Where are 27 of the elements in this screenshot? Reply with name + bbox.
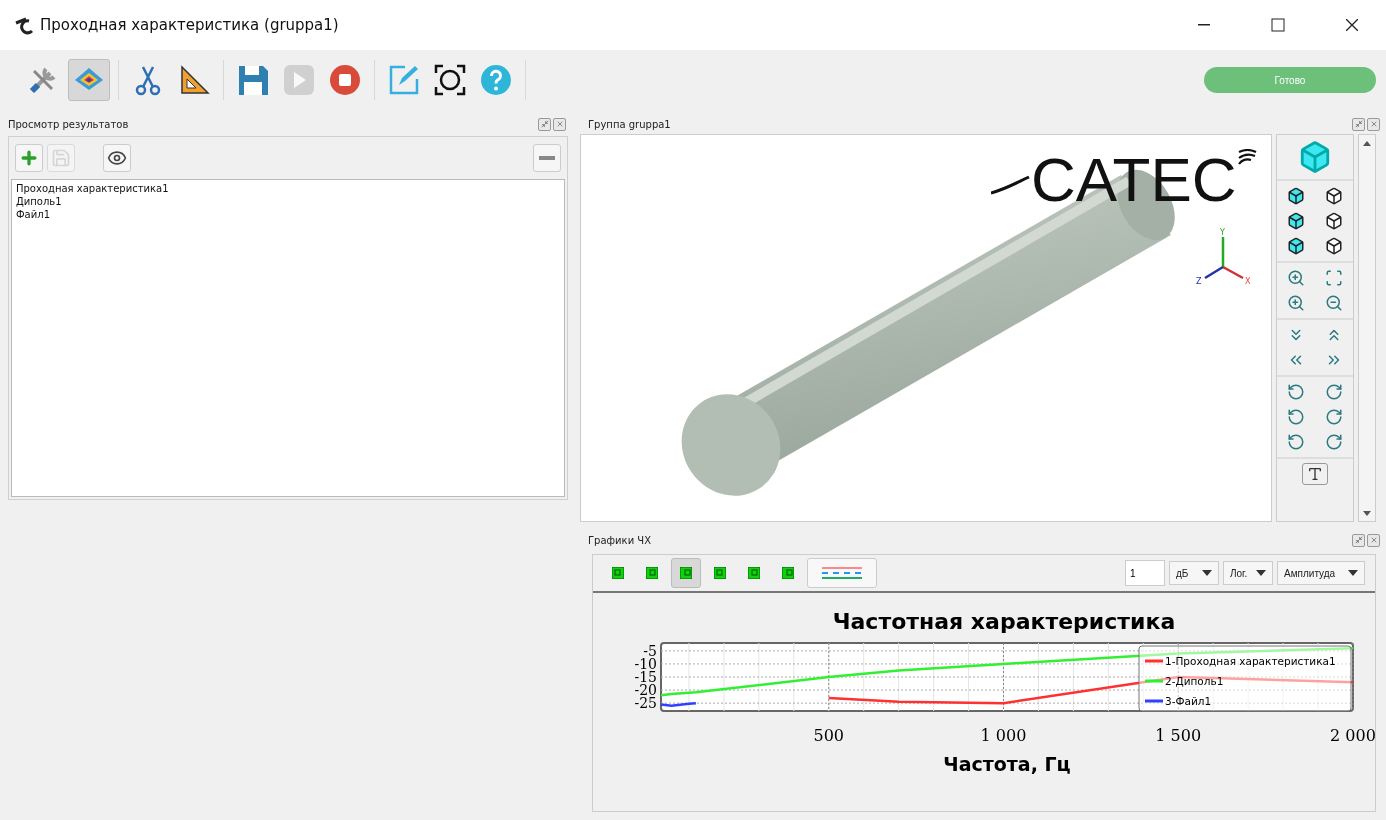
dropdown[interactable]: Амплитуда <box>1277 561 1365 585</box>
y-tick-label: -25 <box>634 695 657 712</box>
axis-label: Y <box>1220 228 1225 237</box>
legend-label: 2-Диполь1 <box>1165 675 1224 687</box>
panel-title: Просмотр результатов <box>8 118 130 130</box>
axis-label: X <box>1245 277 1251 286</box>
y-tick-label: -15 <box>634 669 657 685</box>
x-tick-label: 2 000 <box>1330 726 1375 745</box>
axis-label: Z <box>1196 277 1202 286</box>
panel-title: Группа gruppa1 <box>588 118 672 130</box>
x-axis-label: Частота, Гц <box>943 753 1071 775</box>
x-tick-label: 1 500 <box>1155 726 1202 745</box>
chart-title: Частотная характеристика <box>832 609 1176 634</box>
dropdown[interactable]: дБ <box>1169 561 1219 585</box>
3d-viewport[interactable]: CATEC Y Z X <box>580 134 1272 522</box>
x-tick-label: 1 000 <box>980 726 1027 745</box>
x-tick-label: 500 <box>813 726 845 745</box>
legend-label: 1-Проходная характеристика1 <box>1165 655 1336 667</box>
list-item[interactable]: Проходная характеристика1 <box>16 182 560 195</box>
legend-label: 3-Файл1 <box>1165 695 1212 707</box>
scale-field[interactable]: 1 <box>1125 560 1165 586</box>
panel-title: Графики ЧХ <box>588 534 653 546</box>
window-title: Проходная характеристика (gruppa1) <box>40 16 340 34</box>
list-item[interactable]: Файл1 <box>16 208 560 221</box>
dropdown[interactable]: Лог. <box>1223 561 1273 585</box>
logo-text: CATEC <box>1031 149 1237 211</box>
list-item[interactable]: Диполь1 <box>16 195 560 208</box>
